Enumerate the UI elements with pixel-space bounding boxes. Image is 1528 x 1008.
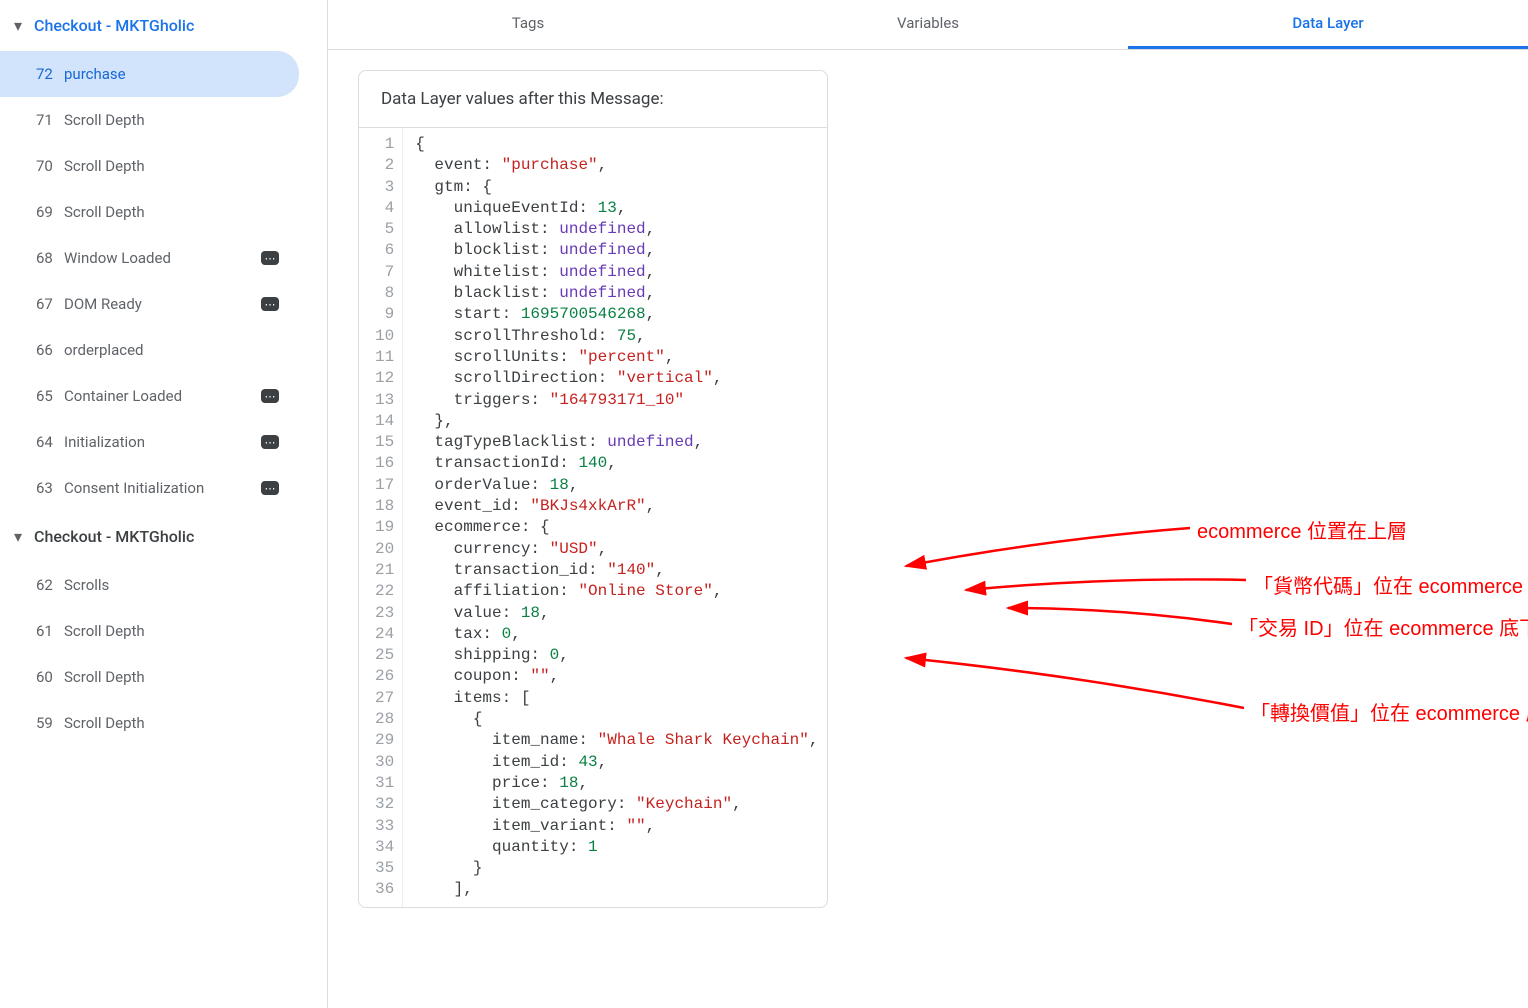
event-number: 70 (36, 157, 64, 175)
annotation-arrow (906, 658, 1244, 708)
sidebar-event-item[interactable]: 65Container Loaded ⋯ (0, 373, 299, 419)
event-number: 69 (36, 203, 64, 221)
sidebar-group-header[interactable]: ▾ Checkout - MKTGholic (0, 0, 327, 51)
card-title: Data Layer values after this Message: (359, 71, 827, 128)
chevron-down-icon: ▾ (8, 16, 28, 35)
event-number: 61 (36, 622, 64, 640)
event-label: DOM Ready (64, 295, 253, 313)
event-number: 60 (36, 668, 64, 686)
event-number: 66 (36, 341, 64, 359)
sidebar-group-title: Checkout - MKTGholic (34, 16, 194, 35)
event-number: 67 (36, 295, 64, 313)
code-area: 1 2 3 4 5 6 7 8 9 10 11 12 13 14 15 16 1… (359, 128, 827, 907)
annotation-label: 「轉換價值」位在 ecommerce 底下 (1250, 697, 1528, 726)
event-number: 65 (36, 387, 64, 405)
annotation-arrow (966, 579, 1246, 590)
event-number: 72 (36, 65, 64, 83)
sidebar-event-item[interactable]: 69Scroll Depth (0, 189, 299, 235)
sidebar-event-item[interactable]: 59Scroll Depth (0, 700, 299, 746)
sidebar-event-item[interactable]: 61Scroll Depth (0, 608, 299, 654)
code-badge-icon: ⋯ (261, 297, 279, 311)
event-label: orderplaced (64, 341, 279, 359)
annotation-label: 「交易 ID」位在 ecommerce 底下 (1238, 612, 1528, 641)
event-label: purchase (64, 65, 279, 83)
chevron-down-icon: ▾ (8, 527, 28, 546)
annotation-label: 「貨幣代碼」位在 ecommerce 底下 (1253, 570, 1528, 599)
code-badge-icon: ⋯ (261, 251, 279, 265)
event-label: Scroll Depth (64, 203, 279, 221)
sidebar-event-item[interactable]: 66orderplaced (0, 327, 299, 373)
event-label: Scroll Depth (64, 622, 279, 640)
annotation-arrow (1008, 608, 1232, 624)
data-layer-card: Data Layer values after this Message: 1 … (358, 70, 828, 908)
code-badge-icon: ⋯ (261, 389, 279, 403)
tab-variables[interactable]: Variables (728, 0, 1128, 49)
sidebar-event-item[interactable]: 64Initialization ⋯ (0, 419, 299, 465)
event-label: Container Loaded (64, 387, 253, 405)
event-number: 59 (36, 714, 64, 732)
tab-tags[interactable]: Tags (328, 0, 728, 49)
code-badge-icon: ⋯ (261, 481, 279, 495)
event-label: Scroll Depth (64, 668, 279, 686)
content-area: Data Layer values after this Message: 1 … (328, 50, 1528, 1008)
event-label: Scrolls (64, 576, 279, 594)
sidebar-group-header[interactable]: ▾ Checkout - MKTGholic (0, 511, 327, 562)
sidebar-event-item[interactable]: 60Scroll Depth (0, 654, 299, 700)
tab-bar: TagsVariablesData Layer (328, 0, 1528, 50)
sidebar-event-item[interactable]: 63Consent Initialization ⋯ (0, 465, 299, 511)
code-body: { event: "purchase", gtm: { uniqueEventI… (403, 128, 828, 907)
event-number: 71 (36, 111, 64, 129)
event-label: Scroll Depth (64, 714, 279, 732)
sidebar-event-item[interactable]: 72purchase (0, 51, 299, 97)
event-label: Window Loaded (64, 249, 253, 267)
code-badge-icon: ⋯ (261, 435, 279, 449)
event-label: Scroll Depth (64, 111, 279, 129)
sidebar-event-item[interactable]: 62Scrolls (0, 562, 299, 608)
event-number: 64 (36, 433, 64, 451)
event-number: 63 (36, 479, 64, 497)
sidebar-event-item[interactable]: 71Scroll Depth (0, 97, 299, 143)
sidebar: ▾Checkout - MKTGholic72purchase71Scroll … (0, 0, 328, 1008)
sidebar-event-item[interactable]: 67DOM Ready ⋯ (0, 281, 299, 327)
sidebar-event-item[interactable]: 70Scroll Depth (0, 143, 299, 189)
line-gutter: 1 2 3 4 5 6 7 8 9 10 11 12 13 14 15 16 1… (359, 128, 403, 907)
sidebar-group-title: Checkout - MKTGholic (34, 527, 194, 546)
annotation-arrow (906, 528, 1190, 566)
tab-data-layer[interactable]: Data Layer (1128, 0, 1528, 49)
event-number: 62 (36, 576, 64, 594)
main-panel: TagsVariablesData Layer Data Layer value… (328, 0, 1528, 1008)
event-label: Scroll Depth (64, 157, 279, 175)
event-number: 68 (36, 249, 64, 267)
event-label: Initialization (64, 433, 253, 451)
sidebar-event-item[interactable]: 68Window Loaded ⋯ (0, 235, 299, 281)
event-label: Consent Initialization (64, 479, 253, 497)
annotation-label: ecommerce 位置在上層 (1197, 515, 1407, 544)
